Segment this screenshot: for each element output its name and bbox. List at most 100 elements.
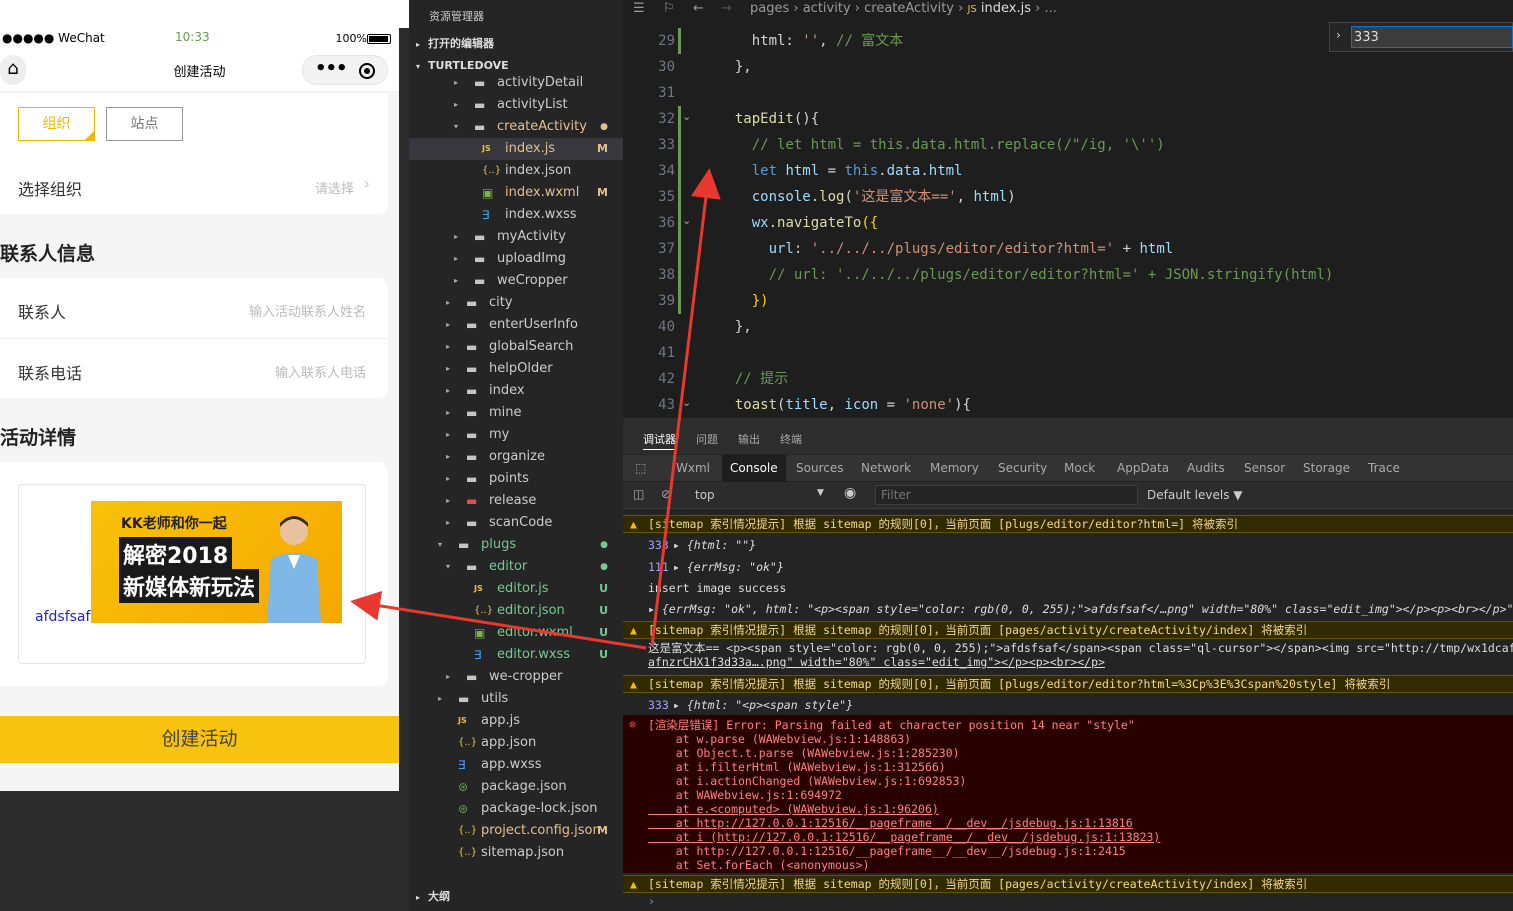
devtools-tab[interactable]: Sources	[796, 455, 843, 482]
inspect-icon[interactable]: ⬚	[635, 455, 646, 482]
dock-icon[interactable]: ◫	[633, 487, 644, 501]
tree-item[interactable]: ▸ ▬ enterUserInfo	[409, 314, 623, 336]
debug-tab[interactable]: 终端	[780, 431, 802, 447]
tree-item[interactable]: ▣ index.wxml M	[409, 182, 623, 204]
chevron-down-icon[interactable]: ▾	[446, 556, 450, 578]
close-miniapp-icon[interactable]	[359, 63, 375, 79]
fold-icon[interactable]: ⌄	[682, 214, 691, 227]
contact-phone-input[interactable]: 输入联系人电话	[275, 362, 366, 381]
stack-frame[interactable]: at Set.forEach (<anonymous>)	[648, 858, 870, 872]
chevron-right-icon[interactable]: ▸	[446, 512, 450, 534]
chevron-right-icon[interactable]: ▸	[446, 292, 450, 314]
log-source[interactable]: 111	[648, 558, 669, 576]
tree-item[interactable]: ▾ ▬ plugs ●	[409, 534, 623, 556]
stack-frame[interactable]: at w.parse (WAWebview.js:1:148863)	[648, 732, 911, 746]
tree-item[interactable]: ▸ ▬ utils	[409, 688, 623, 710]
devtools-tab[interactable]: Network	[861, 455, 911, 482]
crumb-createActivity[interactable]: createActivity	[864, 1, 954, 16]
list-icon[interactable]: ☰	[633, 1, 645, 16]
select-org-placeholder[interactable]: 请选择	[315, 178, 354, 197]
tree-item[interactable]: ⊛ package-lock.json	[409, 798, 623, 820]
tree-item[interactable]: ▸ ▬ mine	[409, 402, 623, 424]
tree-item[interactable]: {..} index.json	[409, 160, 623, 182]
chevron-right-icon[interactable]: ▸	[438, 688, 442, 710]
stack-frame[interactable]: at i.actionChanged (WAWebview.js:1:69285…	[648, 774, 967, 788]
context-selector[interactable]: top	[695, 488, 715, 502]
contact-person-input[interactable]: 输入活动联系人姓名	[249, 301, 366, 320]
log-object[interactable]: ▸ {html: ""}	[673, 536, 756, 554]
tree-item[interactable]: ∃ app.wxss	[409, 754, 623, 776]
fold-icon[interactable]: ⌄	[682, 110, 691, 123]
chevron-right-icon[interactable]: ▸	[446, 380, 450, 402]
tree-item[interactable]: ▾ ▬ createActivity ●	[409, 116, 623, 138]
tree-item[interactable]: JS editor.js U	[409, 578, 623, 600]
tag-site[interactable]: 站点	[106, 107, 183, 141]
log-text-cont[interactable]: afnzrCHX1f3d33a….png" width="80%" class=…	[648, 655, 1105, 669]
tree-item[interactable]: ∃ index.wxss	[409, 204, 623, 226]
stack-frame[interactable]: at WAWebview.js:1:694972	[648, 788, 842, 802]
tree-item[interactable]: ∃ editor.wxss U	[409, 644, 623, 666]
stack-frame[interactable]: at e.<computed> (WAWebview.js:1:96206)	[648, 802, 939, 816]
chevron-right-icon[interactable]: ▸	[454, 94, 458, 116]
log-object[interactable]: ▸ {errMsg: "ok", html: "<p><span style="…	[648, 602, 1513, 616]
clear-console-icon[interactable]: ⊘	[661, 487, 671, 501]
stack-frame[interactable]: at Object.t.parse (WAWebview.js:1:285230…	[648, 746, 960, 760]
outline-header[interactable]: ▸ 大纲	[409, 886, 623, 908]
crumb-more[interactable]: ...	[1044, 1, 1056, 16]
tree-item[interactable]: ▸ ▬ release	[409, 490, 623, 512]
bookmark-icon[interactable]: ⚐	[663, 1, 675, 16]
open-editors-header[interactable]: ▸ 打开的编辑器	[409, 33, 623, 55]
create-activity-button[interactable]: 创建活动	[0, 716, 399, 763]
devtools-tab[interactable]: Sensor	[1244, 455, 1285, 482]
filter-input[interactable]	[875, 485, 1138, 505]
crumb-file[interactable]: index.js	[981, 1, 1031, 16]
devtools-tab[interactable]: Memory	[930, 455, 979, 482]
devtools-tab[interactable]: Console	[722, 455, 786, 482]
stack-frame[interactable]: at i (http://127.0.0.1:12516/__pageframe…	[648, 830, 1161, 844]
tree-item[interactable]: ⊛ package.json	[409, 776, 623, 798]
tree-item[interactable]: JS index.js M	[409, 138, 623, 160]
crumb-pages[interactable]: pages	[750, 1, 789, 16]
tree-item[interactable]: ▸ ▬ index	[409, 380, 623, 402]
tree-item[interactable]: ▸ ▬ activityList	[409, 94, 623, 116]
devtools-tab[interactable]: Wxml	[676, 455, 710, 482]
chevron-right-icon[interactable]: ▸	[446, 336, 450, 358]
chevron-right-icon[interactable]: ▸	[446, 424, 450, 446]
capsule-menu[interactable]: •••	[302, 55, 388, 85]
back-arrow-icon[interactable]: ←	[693, 1, 704, 16]
chevron-right-icon[interactable]: ▸	[446, 468, 450, 490]
chevron-right-icon[interactable]: ▸	[454, 248, 458, 270]
devtools-tab[interactable]: Audits	[1187, 455, 1225, 482]
chevron-right-icon[interactable]: ▸	[446, 314, 450, 336]
more-icon[interactable]: •••	[315, 58, 348, 79]
log-source[interactable]: 333	[648, 536, 669, 554]
devtools-tab[interactable]: AppData	[1117, 455, 1169, 482]
tree-item[interactable]: {..} editor.json U	[409, 600, 623, 622]
tree-item[interactable]: ▸ ▬ city	[409, 292, 623, 314]
tree-item[interactable]: ▸ ▬ myActivity	[409, 226, 623, 248]
tree-item[interactable]: JS app.js	[409, 710, 623, 732]
devtools-tab[interactable]: Mock	[1064, 455, 1095, 482]
chevron-right-icon[interactable]: ›	[1336, 28, 1341, 42]
tree-item[interactable]: ▸ ▬ weCropper	[409, 270, 623, 292]
tree-item[interactable]: ▸ ▬ uploadImg	[409, 248, 623, 270]
chevron-right-icon[interactable]: ▸	[446, 358, 450, 380]
log-levels-dropdown[interactable]: Default levels ▼	[1147, 488, 1243, 502]
stack-frame[interactable]: at i.filterHtml (WAWebview.js:1:312566)	[648, 760, 946, 774]
devtools-tab[interactable]: Security	[998, 455, 1047, 482]
tree-item[interactable]: ▸ ▬ scanCode	[409, 512, 623, 534]
chevron-down-icon[interactable]: ▾	[438, 534, 442, 556]
log-object[interactable]: ▸ {errMsg: "ok"}	[673, 558, 784, 576]
chevron-right-icon[interactable]: ▸	[446, 666, 450, 688]
tree-item[interactable]: ▸ ▬ helpOlder	[409, 358, 623, 380]
tree-item[interactable]: ▸ ▬ my	[409, 424, 623, 446]
crumb-activity[interactable]: activity	[803, 1, 851, 16]
log-source[interactable]: 333	[648, 696, 669, 714]
chevron-right-icon[interactable]: ▸	[446, 490, 450, 512]
debug-tab[interactable]: 问题	[696, 431, 718, 447]
tree-item[interactable]: ▣ editor.wxml U	[409, 622, 623, 644]
chevron-down-icon[interactable]: ▾	[454, 116, 458, 138]
eye-icon[interactable]: ◉	[844, 485, 856, 501]
fold-icon[interactable]: ⌄	[682, 396, 691, 409]
tree-item[interactable]: ▸ ▬ we-cropper	[409, 666, 623, 688]
